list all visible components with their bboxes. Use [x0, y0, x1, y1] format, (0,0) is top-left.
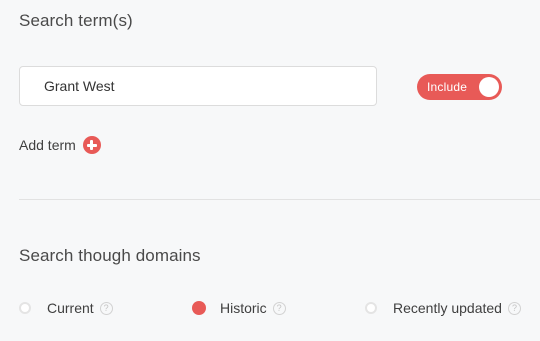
help-icon[interactable]: ?	[272, 301, 286, 315]
search-term-input[interactable]	[19, 66, 377, 106]
radio-button-historic[interactable]	[192, 301, 206, 315]
include-toggle-label: Include	[427, 80, 468, 94]
radio-button-recently-updated[interactable]	[365, 302, 377, 314]
domains-title: Search though domains	[19, 246, 201, 265]
radio-button-current[interactable]	[19, 302, 31, 314]
add-term-button[interactable]: Add term	[19, 136, 101, 154]
section-divider	[19, 199, 540, 200]
search-terms-title: Search term(s)	[19, 11, 133, 30]
toggle-knob	[479, 77, 499, 97]
radio-label-historic: Historic	[220, 300, 267, 316]
help-icon[interactable]: ?	[99, 301, 113, 315]
include-toggle[interactable]: Include	[417, 74, 502, 100]
add-term-label: Add term	[19, 137, 76, 153]
radio-option-historic[interactable]: Historic ?	[192, 300, 286, 316]
plus-circle-icon[interactable]	[82, 136, 101, 154]
radio-option-current[interactable]: Current ?	[19, 300, 113, 316]
radio-option-recently-updated[interactable]: Recently updated ?	[365, 300, 521, 316]
help-icon[interactable]: ?	[507, 301, 521, 315]
radio-label-recently-updated: Recently updated	[393, 300, 502, 316]
radio-label-current: Current	[47, 300, 94, 316]
